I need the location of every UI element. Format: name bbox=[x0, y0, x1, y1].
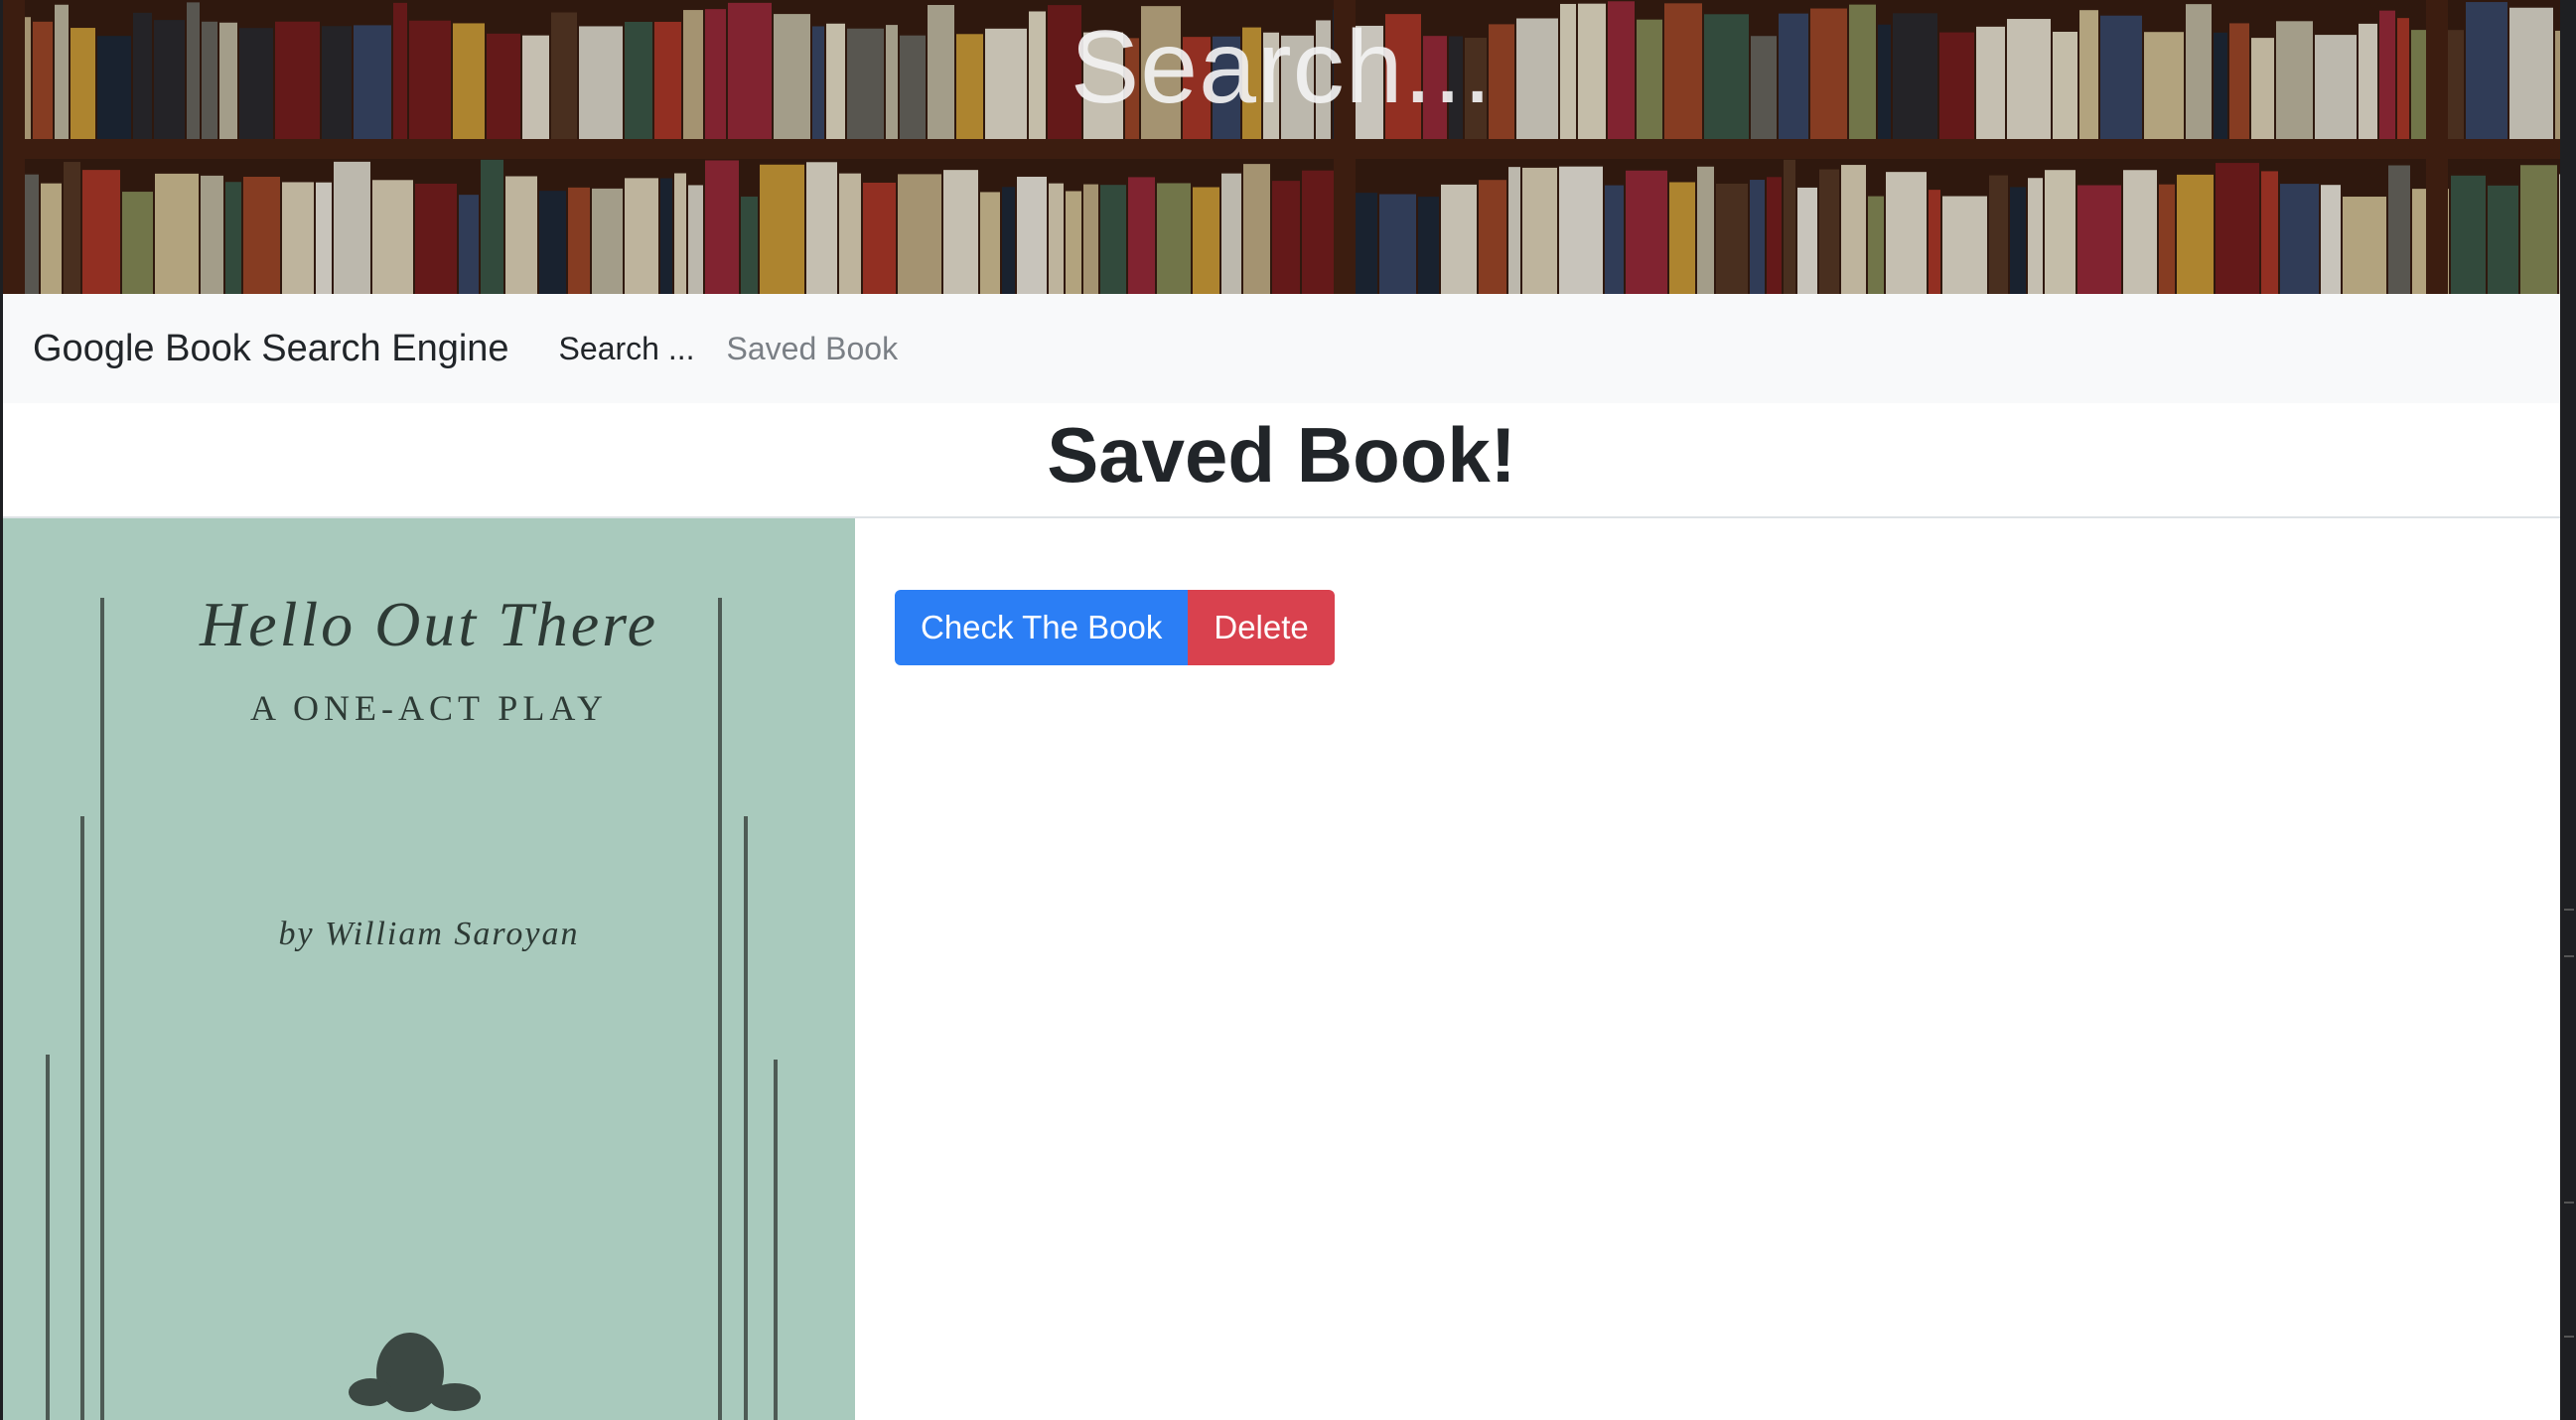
page-title: Saved Book! bbox=[1047, 411, 1516, 498]
editor-gutter bbox=[2560, 0, 2576, 1420]
book-cover-image: Hello Out There A ONE-ACT PLAY by Willia… bbox=[3, 518, 855, 1420]
nav-link-search[interactable]: Search ... bbox=[559, 331, 695, 367]
cover-emblem bbox=[349, 1333, 481, 1412]
browser-viewport: Search... Google Book Search Engine Sear… bbox=[3, 0, 2560, 1420]
book-actions: Check The Book Delete bbox=[895, 590, 1335, 665]
cover-subtitle: A ONE-ACT PLAY bbox=[249, 688, 609, 728]
nav-link-saved-book[interactable]: Saved Book bbox=[727, 331, 899, 367]
delete-button[interactable]: Delete bbox=[1188, 590, 1335, 665]
hero-title: Search... bbox=[1070, 10, 1494, 125]
cover-author: by William Saroyan bbox=[278, 916, 580, 952]
navbar: Google Book Search Engine Search ... Sav… bbox=[3, 294, 2560, 403]
navbar-brand[interactable]: Google Book Search Engine bbox=[33, 328, 509, 370]
hero-banner: Search... bbox=[3, 0, 2560, 294]
cover-title: Hello Out There bbox=[199, 589, 659, 659]
check-book-button[interactable]: Check The Book bbox=[895, 590, 1189, 665]
